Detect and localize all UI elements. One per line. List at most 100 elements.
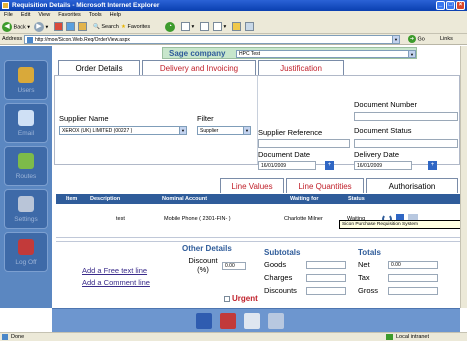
submit-icon[interactable] <box>220 313 236 329</box>
ie-icon <box>2 2 9 9</box>
nav-routes[interactable]: Routes <box>4 146 48 186</box>
totals-label: Totals <box>358 248 381 257</box>
save-icon[interactable] <box>196 313 212 329</box>
search-icon: 🔍 <box>93 24 100 30</box>
nav-email[interactable]: Email <box>4 103 48 143</box>
mail-button[interactable]: ▾ <box>181 22 194 32</box>
home-icon <box>78 22 87 32</box>
gross-label: Gross <box>358 286 379 295</box>
chevron-down-icon[interactable]: ▼ <box>392 36 399 43</box>
document-date-picker-icon[interactable]: + <box>325 161 334 170</box>
print-button[interactable] <box>200 22 209 32</box>
star-icon: ★ <box>121 24 126 30</box>
edit-icon <box>213 22 222 32</box>
stop-button[interactable] <box>54 22 63 32</box>
delivery-date-input[interactable]: 16/01/2009 <box>354 161 412 170</box>
messenger-button[interactable] <box>245 22 254 32</box>
menu-bar: File Edit View Favorites Tools Help <box>0 11 467 20</box>
supplier-reference-input[interactable] <box>258 139 350 148</box>
menu-edit[interactable]: Edit <box>21 12 30 18</box>
menu-view[interactable]: View <box>38 12 50 18</box>
history-icon: ◔ <box>165 22 175 32</box>
goods-input[interactable] <box>306 261 346 269</box>
back-button[interactable]: ◀ Back ▾ <box>2 22 30 32</box>
go-arrow-icon: ➜ <box>408 35 416 43</box>
tab-justification[interactable]: Justification <box>258 60 344 75</box>
discount-input[interactable]: 0.00 <box>222 262 246 270</box>
supplier-select[interactable]: XEROX (UK) LIMITED (00227 ) ▼ <box>59 126 187 135</box>
tab-delivery-invoicing[interactable]: Delivery and Invoicing <box>142 60 256 75</box>
filter-label: Filter <box>197 114 214 123</box>
back-arrow-icon: ◀ <box>2 22 12 32</box>
chevron-down-icon[interactable]: ▼ <box>179 127 186 134</box>
document-number-input[interactable] <box>354 112 458 121</box>
tax-input[interactable] <box>388 274 438 282</box>
document-date-label: Document Date <box>258 150 311 159</box>
address-input[interactable]: http://moe/Sicon.Web.Req/OrderView.aspx … <box>24 35 400 44</box>
discounts-input[interactable] <box>306 287 346 295</box>
discounts-label: Discounts <box>264 286 297 295</box>
refresh-button[interactable] <box>66 22 75 32</box>
address-bar: Address http://moe/Sicon.Web.Req/OrderVi… <box>0 34 467 45</box>
add-comment-line-link[interactable]: Add a Comment line <box>82 278 150 287</box>
settings-icon <box>18 196 34 212</box>
urgent-checkbox[interactable] <box>224 296 230 302</box>
row-description: test <box>116 216 125 222</box>
chevron-down-icon[interactable]: ▼ <box>408 51 415 57</box>
maximize-button[interactable]: □ <box>446 1 455 10</box>
document-date-input[interactable]: 16/01/2009 <box>258 161 316 170</box>
done-page-icon <box>2 334 8 340</box>
document-status-label: Document Status <box>354 126 412 135</box>
net-label: Net <box>358 260 370 269</box>
menu-favorites[interactable]: Favorites <box>58 12 81 18</box>
vertical-scrollbar[interactable] <box>460 46 467 308</box>
delivery-date-label: Delivery Date <box>354 150 400 159</box>
links-button[interactable]: Links <box>440 34 453 45</box>
search-button[interactable]: 🔍 Search <box>93 22 119 32</box>
mail-icon <box>181 22 190 32</box>
delivery-date-picker-icon[interactable]: + <box>428 161 437 170</box>
column-status: Status <box>348 196 365 202</box>
folder-button[interactable] <box>232 22 241 32</box>
add-free-text-line-link[interactable]: Add a Free text line <box>82 266 147 275</box>
nav-settings[interactable]: Settings <box>4 189 48 229</box>
favorites-button[interactable]: ★ Favorites <box>121 22 150 32</box>
home-button[interactable] <box>78 22 87 32</box>
goods-label: Goods <box>264 260 287 269</box>
nav-logoff[interactable]: Log Off <box>4 232 48 272</box>
menu-file[interactable]: File <box>4 12 13 18</box>
browser-toolbar: ◀ Back ▾ ▶ ▾ 🔍 Search ★ Favorites ◔ ▾ ▾ <box>0 20 467 34</box>
tab-authorisation[interactable]: Authorisation <box>366 178 458 193</box>
tab-order-details[interactable]: Order Details <box>58 60 140 75</box>
users-icon <box>18 67 34 83</box>
edit-button[interactable]: ▾ <box>213 22 226 32</box>
tab-line-quantities[interactable]: Line Quantities <box>286 178 364 193</box>
nav-users[interactable]: Users <box>4 60 48 100</box>
close-button[interactable]: × <box>456 1 465 10</box>
urgent-label: Urgent <box>232 294 258 303</box>
intranet-icon <box>386 334 393 340</box>
filter-select[interactable]: Supplier ▼ <box>197 126 251 135</box>
sage-company-select[interactable]: HPC Test ▼ <box>236 50 416 58</box>
tab-line-values[interactable]: Line Values <box>220 178 284 193</box>
forward-button[interactable]: ▶ ▾ <box>34 22 48 32</box>
gross-input[interactable] <box>388 287 438 295</box>
menu-tools[interactable]: Tools <box>89 12 102 18</box>
view-document-icon[interactable] <box>268 313 284 329</box>
tooltip: Sicon Purchase Requisition System <box>339 220 467 229</box>
charges-input[interactable] <box>306 274 346 282</box>
go-button[interactable]: ➜ Go <box>408 35 425 44</box>
history-button[interactable]: ◔ <box>165 22 175 32</box>
document-status-input[interactable] <box>354 139 458 148</box>
menu-help[interactable]: Help <box>110 12 121 18</box>
chevron-down-icon[interactable]: ▼ <box>243 127 250 134</box>
order-header-panel: Supplier Name XEROX (UK) LIMITED (00227 … <box>54 75 460 170</box>
minimize-button[interactable]: _ <box>436 1 445 10</box>
tax-label: Tax <box>358 273 370 282</box>
attach-icon[interactable] <box>244 313 260 329</box>
folder-icon <box>232 22 241 32</box>
line-table-header: Item Description Nominal Account Waiting… <box>56 194 460 204</box>
logoff-icon <box>18 239 34 255</box>
net-input[interactable]: 0.00 <box>388 261 438 269</box>
page-icon <box>27 37 33 43</box>
